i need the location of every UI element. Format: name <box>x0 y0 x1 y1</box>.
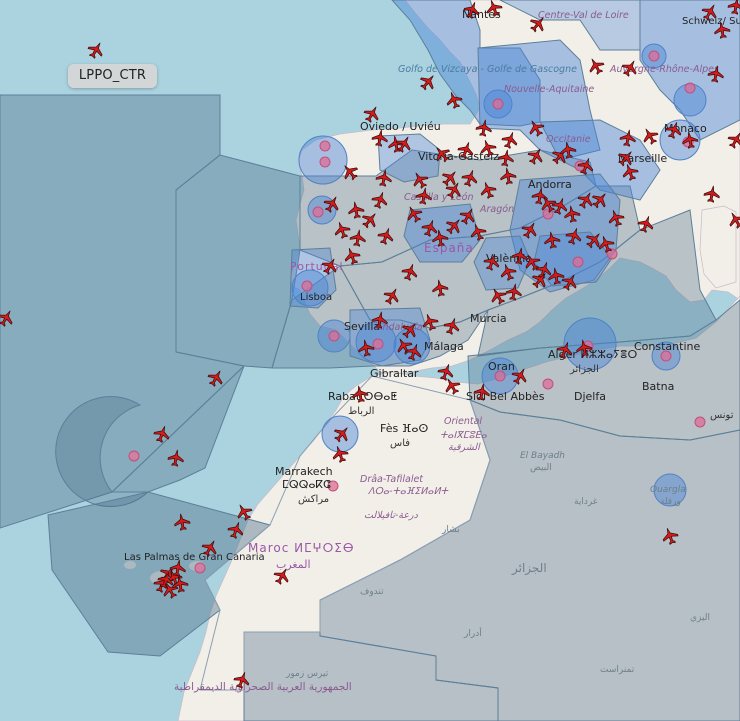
label-draa: Drâa-Tafilalet <box>360 474 424 485</box>
label-fes: Fès ⴼⴰⵙ <box>380 422 428 435</box>
airport-marker-icon[interactable] <box>301 280 313 292</box>
airport-marker-icon[interactable] <box>319 140 331 152</box>
map-canvas[interactable]: Nantes Centre-Val de Loire Schweiz/ Suis… <box>0 0 740 721</box>
airport-marker-icon[interactable] <box>492 98 504 110</box>
label-illizi: اليزي <box>690 613 710 623</box>
land-sardinia <box>699 205 737 289</box>
label-aljazair: الجزائر <box>511 561 547 576</box>
label-djelfa: Djelfa <box>574 390 606 403</box>
label-oriental-tif: ⵜⴰⵏⴳⵎⵓⴹⴰ <box>440 430 488 441</box>
label-oran: Oran <box>488 360 515 373</box>
label-maroc-ar: المغرب <box>276 558 311 571</box>
label-elbayadh-ar: البيض <box>530 463 552 473</box>
label-andalucia: Andalucía <box>375 322 423 333</box>
label-andorra: Andorra <box>528 178 572 191</box>
label-tindouf: تندوف <box>360 587 384 597</box>
label-centre: Centre-Val de Loire <box>538 10 629 21</box>
label-draa-ar: درعة-تافيلالت <box>364 510 419 521</box>
label-ghardaia: غرداية <box>574 497 598 507</box>
label-suisse: Schweiz/ Suisse/Svizzera <box>682 16 740 27</box>
label-oriental: Oriental <box>444 416 482 427</box>
label-aragon: Aragón <box>479 204 514 215</box>
airport-marker-icon[interactable] <box>684 82 696 94</box>
label-sevilla: Sevilla <box>344 320 380 333</box>
label-ouargla-ar: ورقلة <box>660 497 681 507</box>
label-marrakech: Marrakech <box>275 465 333 478</box>
label-laspalmas: Las Palmas de Gran Canaria <box>124 552 265 563</box>
label-tunis: تونس <box>710 410 734 421</box>
airport-marker-icon[interactable] <box>694 416 706 428</box>
label-ouargla: Ouargla <box>650 485 686 495</box>
airport-marker-icon[interactable] <box>194 562 206 574</box>
label-alger-ar: الجزائر <box>569 364 599 375</box>
label-vitoria: Vitoria-Gasteiz <box>418 150 499 163</box>
label-gibraltar: Gibraltar <box>370 367 419 380</box>
label-adrar: أدرار <box>463 627 482 639</box>
label-fes-ar: فاس <box>390 438 410 449</box>
label-murcia: Murcia <box>470 312 507 325</box>
airport-marker-icon[interactable] <box>128 450 140 462</box>
label-bechar: بشار <box>441 525 460 535</box>
airspace-tooltip: LPPO_CTR <box>68 64 157 88</box>
label-lisboa: Lisboa <box>300 292 332 303</box>
label-batna: Batna <box>642 380 674 393</box>
label-marrakech-tif: ⵎⵕⵕⴰⴽⵛ <box>282 478 331 491</box>
label-elbayadh: El Bayadh <box>520 451 565 461</box>
label-castilla: Castilla y León <box>404 192 474 203</box>
airport-marker-icon[interactable] <box>312 206 324 218</box>
airport-marker-icon[interactable] <box>372 338 384 350</box>
map-layer[interactable]: Nantes Centre-Val de Loire Schweiz/ Suis… <box>0 0 740 721</box>
label-draa-tif: ⴷⵔⴰ-ⵜⴰⴼⵉⵍⴰⵍⵜ <box>368 486 449 497</box>
label-sahrawi: الجمهورية العربية الصحراوية الديمقراطية <box>174 681 352 693</box>
airport-marker-icon[interactable] <box>648 50 660 62</box>
label-oriental-ar: الشرقية <box>448 442 481 453</box>
airport-marker-icon[interactable] <box>328 330 340 342</box>
label-espana: España <box>424 241 474 255</box>
airport-marker-icon[interactable] <box>572 256 584 268</box>
label-malaga: Málaga <box>424 340 464 353</box>
aircraft-icon[interactable] <box>85 38 108 62</box>
airport-marker-icon[interactable] <box>319 156 331 168</box>
label-rabat-ar: الرباط <box>348 406 374 417</box>
label-constantine: Constantine <box>634 340 700 353</box>
label-tiris: تيرس زمور <box>285 669 329 679</box>
label-marrakech-ar: مراكش <box>298 494 329 505</box>
label-oviedo: Oviedo / Uviéu <box>360 120 441 133</box>
label-occitanie: Occitanie <box>546 134 591 145</box>
label-tamanrasset: تمنراست <box>600 665 635 675</box>
airport-marker-icon[interactable] <box>542 378 554 390</box>
label-nouvelle: Nouvelle-Aquitaine <box>504 84 594 95</box>
label-golfe: Golfo de Vizcaya - Golfe de Gascogne <box>398 64 577 75</box>
